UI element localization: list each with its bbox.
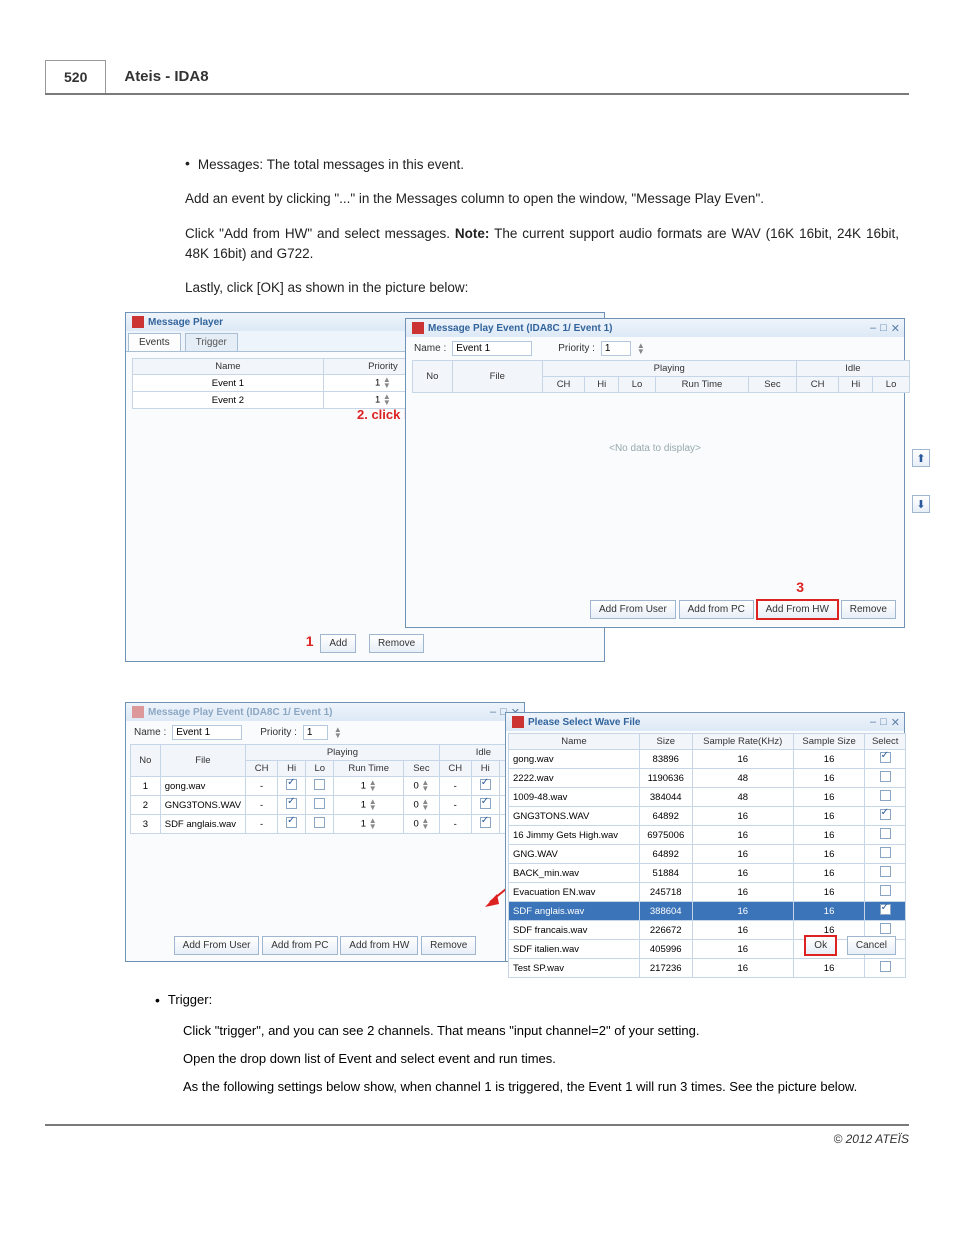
priority-label: Priority : <box>260 727 297 738</box>
tab-trigger[interactable]: Trigger <box>185 333 238 351</box>
move-down-button[interactable]: ⬇ <box>912 495 930 513</box>
window-controls: – □ ✕ <box>870 322 900 335</box>
table-row[interactable]: GNG.WAV648921616 <box>509 845 906 864</box>
maximize-icon[interactable]: □ <box>880 716 887 729</box>
minimize-icon[interactable]: – <box>870 716 876 729</box>
trigger-para-1: Click "trigger", and you can see 2 chann… <box>183 1023 899 1038</box>
trigger-para-2: Open the drop down list of Event and sel… <box>183 1051 899 1066</box>
minimize-icon[interactable]: – <box>490 706 496 719</box>
minimize-icon[interactable]: – <box>870 322 876 335</box>
name-input[interactable] <box>172 725 242 740</box>
para-add-event: Add an event by clicking "..." in the Me… <box>185 189 899 209</box>
file-table: No File Playing Idle CH Hi Lo Run Time S… <box>412 360 910 393</box>
app-icon <box>132 706 144 718</box>
add-from-hw-button[interactable]: Add from HW <box>340 936 418 955</box>
bullet-trigger-text: Trigger: <box>168 992 212 1009</box>
col-playing: Playing <box>542 361 796 377</box>
bullet-dot-icon: • <box>185 155 190 175</box>
trigger-para-3: As the following settings below show, wh… <box>183 1079 899 1094</box>
table-row[interactable]: 3SDF anglais.wav-1 ▲▼0 ▲▼- <box>131 815 528 834</box>
remove-button[interactable]: Remove <box>841 600 896 619</box>
page-title: Ateis - IDA8 <box>106 60 226 93</box>
add-button[interactable]: Add <box>320 634 356 653</box>
ok-button[interactable]: Ok <box>805 936 836 955</box>
table-row[interactable]: 2222.wav11906364816 <box>509 769 906 788</box>
remove-button[interactable]: Remove <box>421 936 476 955</box>
window-title-bar: Message Play Event (IDA8C 1/ Event 1) <box>126 703 524 721</box>
window-title: Message Play Event (IDA8C 1/ Event 1) <box>148 707 333 718</box>
priority-input[interactable] <box>601 341 631 356</box>
tab-events[interactable]: Events <box>128 333 181 351</box>
name-label: Name : <box>414 343 446 354</box>
window-play-event-empty: Message Play Event (IDA8C 1/ Event 1) – … <box>405 318 905 628</box>
screenshot-composite-2: Message Play Event (IDA8C 1/ Event 1) – … <box>125 702 909 972</box>
table-row[interactable]: BACK_min.wav518841616 <box>509 864 906 883</box>
copyright: © 2012 ATEÏS <box>833 1132 909 1146</box>
add-from-pc-button[interactable]: Add from PC <box>679 600 754 619</box>
add-from-user-button[interactable]: Add From User <box>590 600 676 619</box>
remove-button[interactable]: Remove <box>369 634 424 653</box>
app-icon <box>512 716 524 728</box>
page-header: 520 Ateis - IDA8 <box>45 60 909 95</box>
close-icon[interactable]: ✕ <box>891 322 900 335</box>
window-controls: – □ ✕ <box>870 716 900 729</box>
screenshot-composite-1: Message Player Events Trigger Name Prior… <box>125 312 909 682</box>
close-icon[interactable]: ✕ <box>891 716 900 729</box>
col-name: Name <box>133 359 324 375</box>
table-row[interactable]: 2GNG3TONS.WAV-1 ▲▼0 ▲▼- <box>131 796 528 815</box>
col-no: No <box>413 361 453 393</box>
annotation-1: 1 <box>306 633 314 649</box>
app-icon <box>132 316 144 328</box>
window-title-bar: Message Play Event (IDA8C 1/ Event 1) <box>406 319 904 337</box>
move-up-button[interactable]: ⬆ <box>912 449 930 467</box>
spinner-icon[interactable]: ▲▼ <box>334 727 342 739</box>
col-file: File <box>452 361 542 393</box>
bullet-dot-icon: • <box>155 992 160 1009</box>
app-icon <box>412 322 424 334</box>
table-row[interactable]: 1gong.wav-1 ▲▼0 ▲▼- <box>131 777 528 796</box>
name-input[interactable] <box>452 341 532 356</box>
bullet-messages: • Messages: The total messages in this e… <box>185 155 899 175</box>
add-from-user-button[interactable]: Add From User <box>174 936 260 955</box>
cancel-button[interactable]: Cancel <box>847 936 896 955</box>
priority-input[interactable] <box>303 725 328 740</box>
page-footer: © 2012 ATEÏS <box>45 1124 909 1146</box>
add-from-hw-button[interactable]: Add From HW <box>757 600 838 619</box>
spinner-icon[interactable]: ▲▼ <box>637 343 645 355</box>
bullet-trigger: • Trigger: <box>155 992 899 1009</box>
para-lastly: Lastly, click [OK] as shown in the pictu… <box>185 278 899 298</box>
para-add-hw: Click "Add from HW" and select messages.… <box>185 224 899 265</box>
window-select-wave-file: Please Select Wave File – □ ✕ Name Size … <box>505 712 905 962</box>
window-title: Message Play Event (IDA8C 1/ Event 1) <box>428 323 613 334</box>
priority-label: Priority : <box>558 343 595 354</box>
table-row[interactable]: gong.wav838961616 <box>509 750 906 769</box>
name-label: Name : <box>134 727 166 738</box>
col-idle: Idle <box>796 361 909 377</box>
add-from-pc-button[interactable]: Add from PC <box>262 936 337 955</box>
bullet-messages-text: Messages: The total messages in this eve… <box>198 155 464 175</box>
table-row[interactable]: Evacuation EN.wav2457181616 <box>509 883 906 902</box>
no-data-text: <No data to display> <box>406 393 904 504</box>
table-row[interactable]: 16 Jimmy Gets High.wav69750061616 <box>509 826 906 845</box>
maximize-icon[interactable]: □ <box>880 322 887 335</box>
window-title: Message Player <box>148 317 223 328</box>
table-row[interactable]: 1009-48.wav3840444816 <box>509 788 906 807</box>
window-title-bar: Please Select Wave File <box>506 713 904 731</box>
note-label: Note: <box>455 226 490 241</box>
page-number: 520 <box>45 60 106 93</box>
table-row[interactable]: SDF anglais.wav3886041616 <box>509 902 906 921</box>
file-table: No File Playing Idle CH Hi Lo Run Time S… <box>130 744 528 834</box>
window-play-event-filled: Message Play Event (IDA8C 1/ Event 1) – … <box>125 702 525 962</box>
table-row[interactable]: GNG3TONS.WAV648921616 <box>509 807 906 826</box>
window-title: Please Select Wave File <box>528 717 640 728</box>
table-row[interactable]: Test SP.wav2172361616 <box>509 959 906 978</box>
annotation-3: 3 <box>796 579 804 595</box>
